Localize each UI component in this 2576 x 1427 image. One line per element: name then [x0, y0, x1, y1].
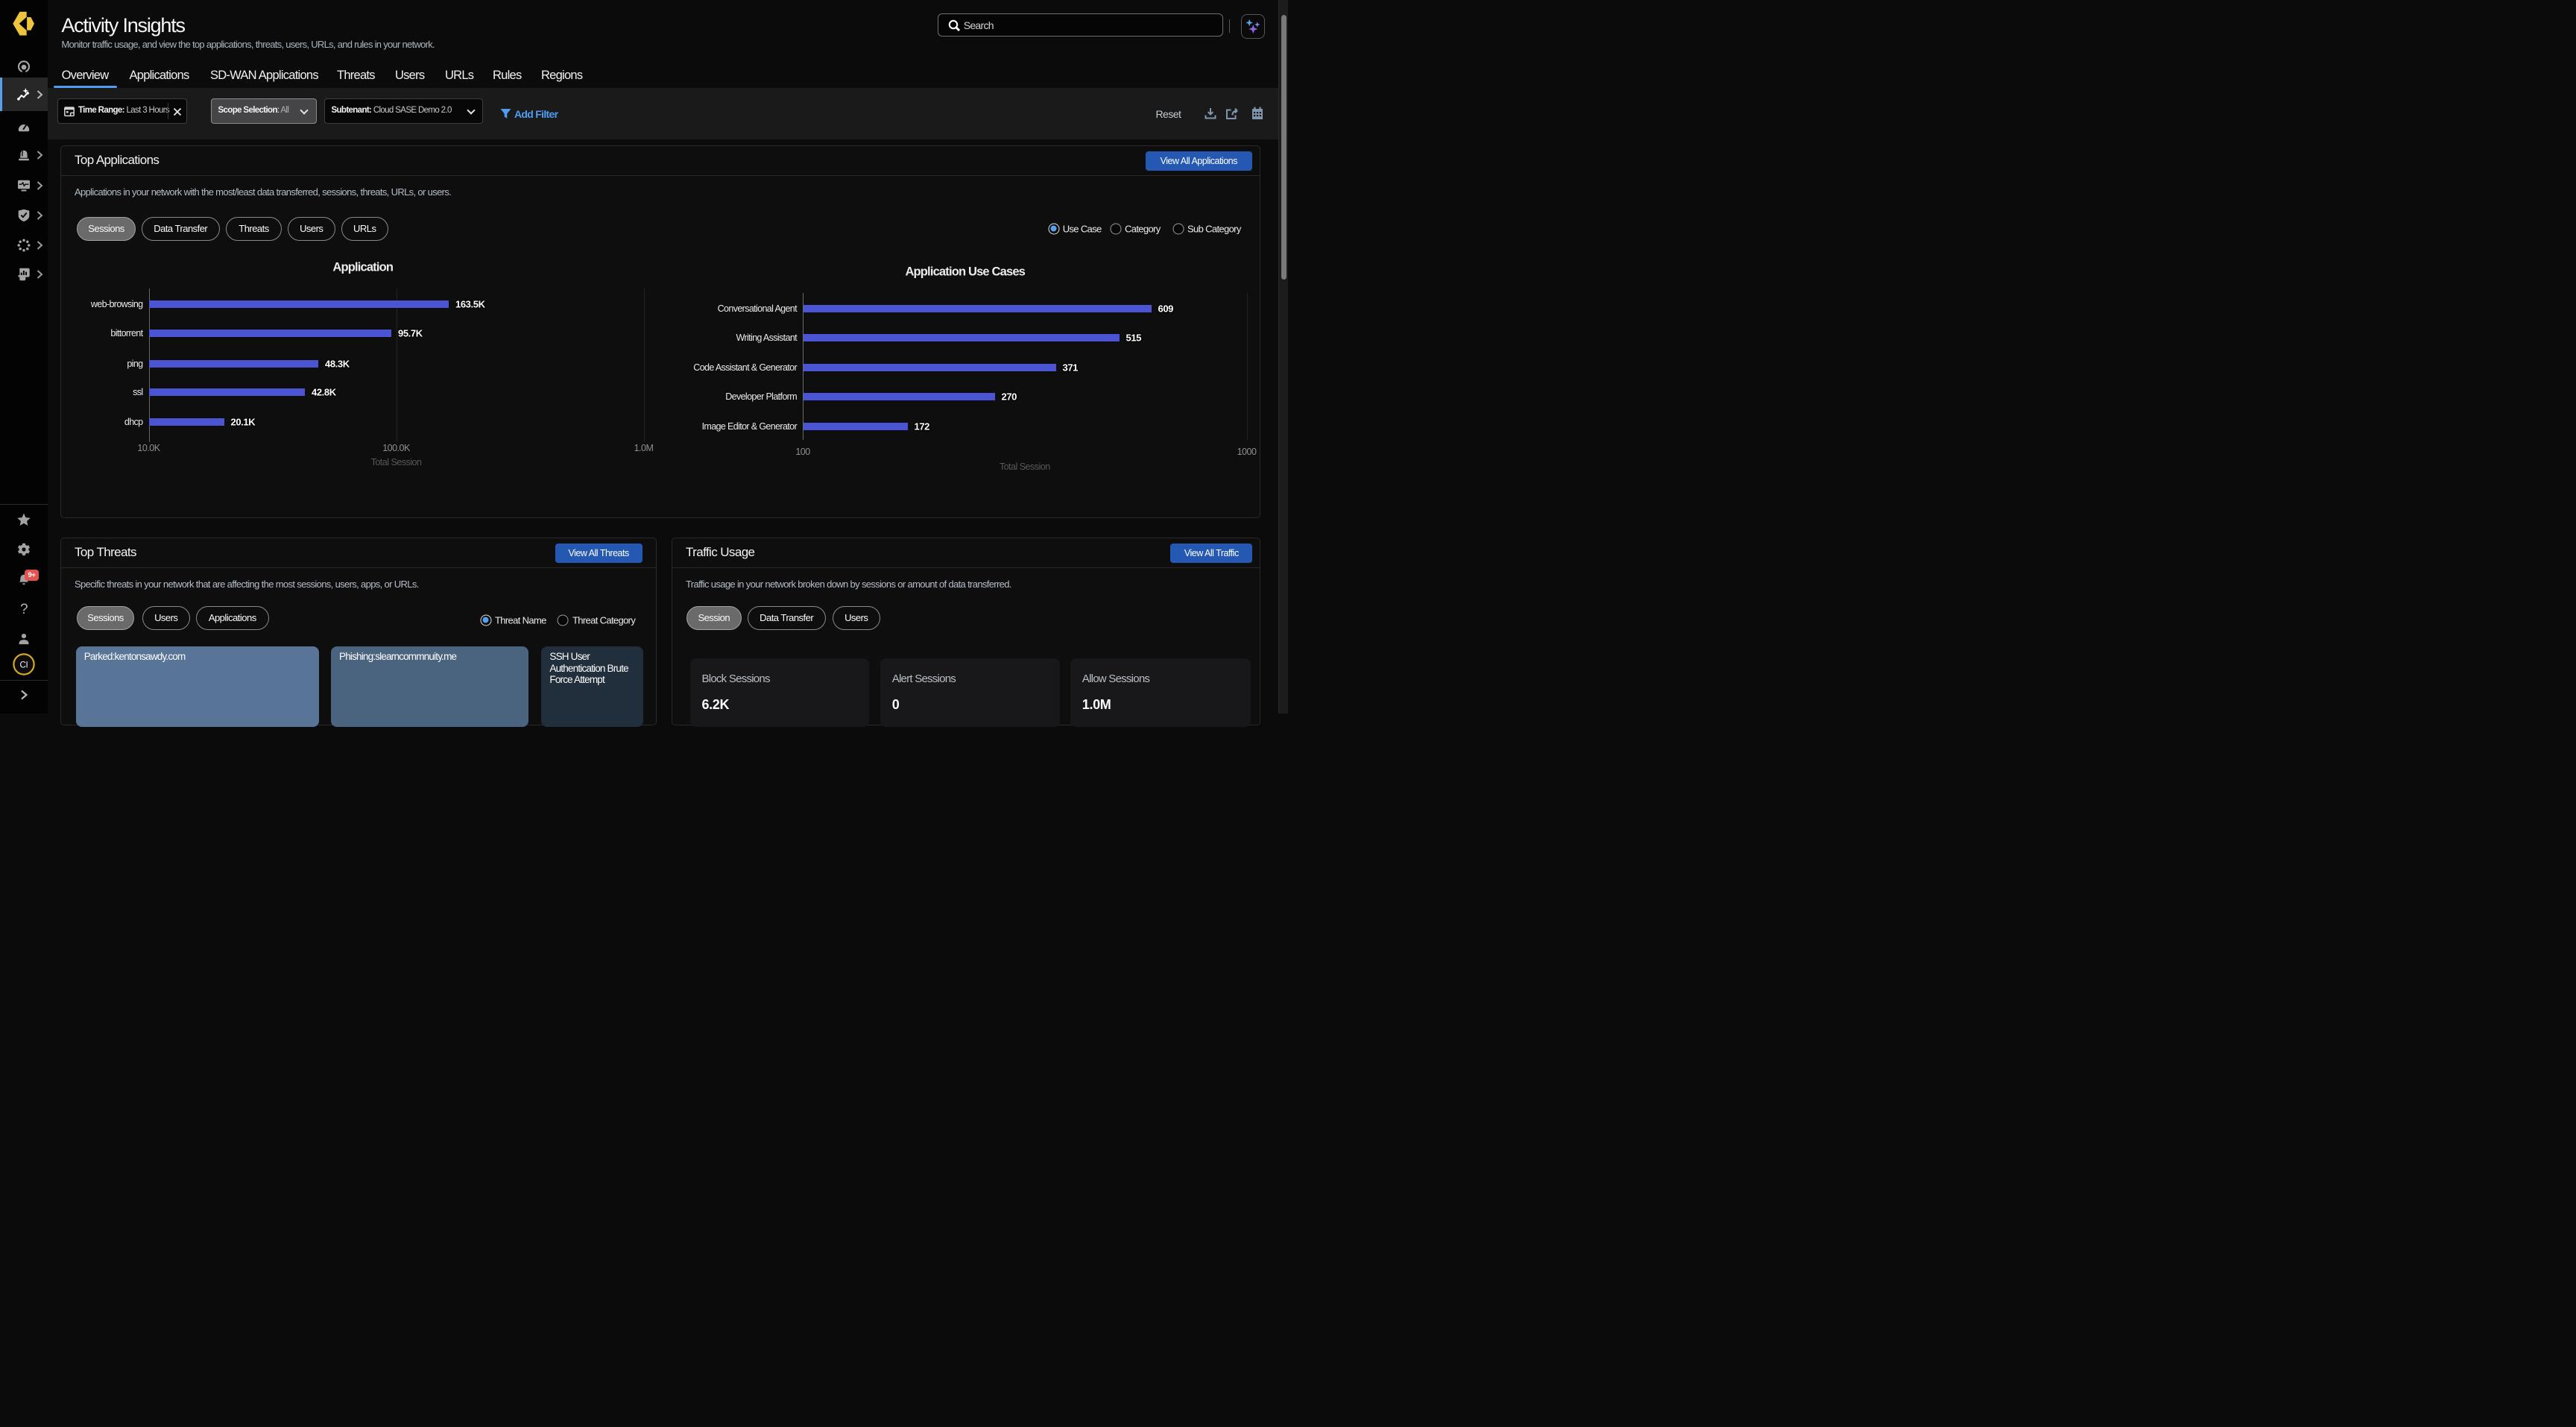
svg-text:CI: CI [20, 661, 28, 670]
